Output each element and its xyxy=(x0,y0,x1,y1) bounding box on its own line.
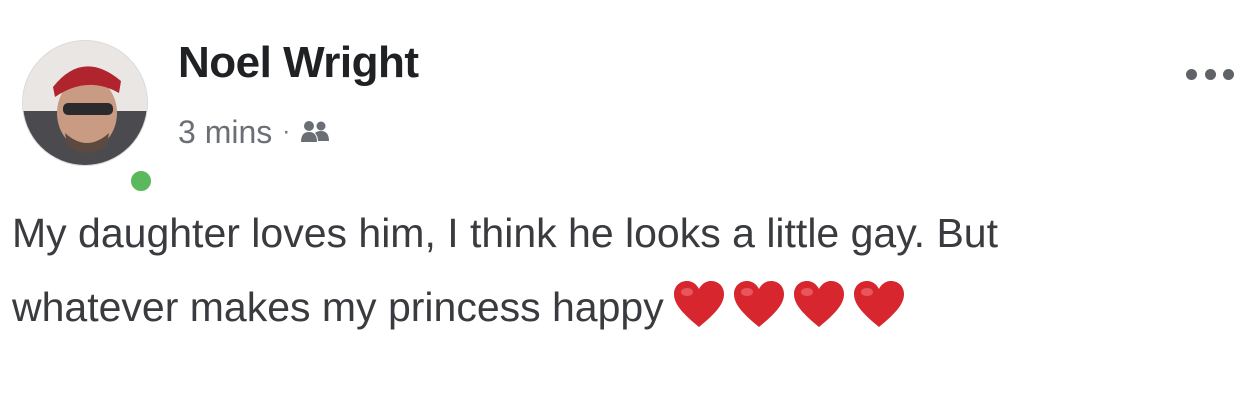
avatar[interactable] xyxy=(22,40,156,196)
red-heart-icon xyxy=(792,279,846,329)
more-dot-icon xyxy=(1186,68,1197,80)
meta-separator: · xyxy=(282,118,291,145)
profile-picture[interactable] xyxy=(22,40,148,166)
heart-emoji-group xyxy=(672,279,906,329)
post-text-line-2: whatever makes my princess happy xyxy=(12,284,664,330)
post-text-line-2-container: whatever makes my princess happy xyxy=(12,270,1237,344)
profile-photo-image xyxy=(23,41,147,165)
post-meta: 3 mins · xyxy=(178,112,330,152)
post-timestamp[interactable]: 3 mins xyxy=(178,114,272,151)
post-card: Noel Wright 3 mins · My daughter loves h… xyxy=(0,0,1242,413)
more-dot-icon xyxy=(1204,68,1216,80)
online-status-indicator xyxy=(126,166,156,196)
post-body: My daughter loves him, I think he looks … xyxy=(12,196,1237,344)
more-options-button[interactable] xyxy=(1186,62,1234,86)
red-heart-icon xyxy=(672,279,726,329)
friends-icon[interactable] xyxy=(300,119,330,145)
author-name[interactable]: Noel Wright xyxy=(178,38,419,88)
red-heart-icon xyxy=(732,279,786,329)
more-dot-icon xyxy=(1223,68,1234,80)
red-heart-icon xyxy=(852,279,906,329)
post-text-line-1: My daughter loves him, I think he looks … xyxy=(12,210,999,256)
